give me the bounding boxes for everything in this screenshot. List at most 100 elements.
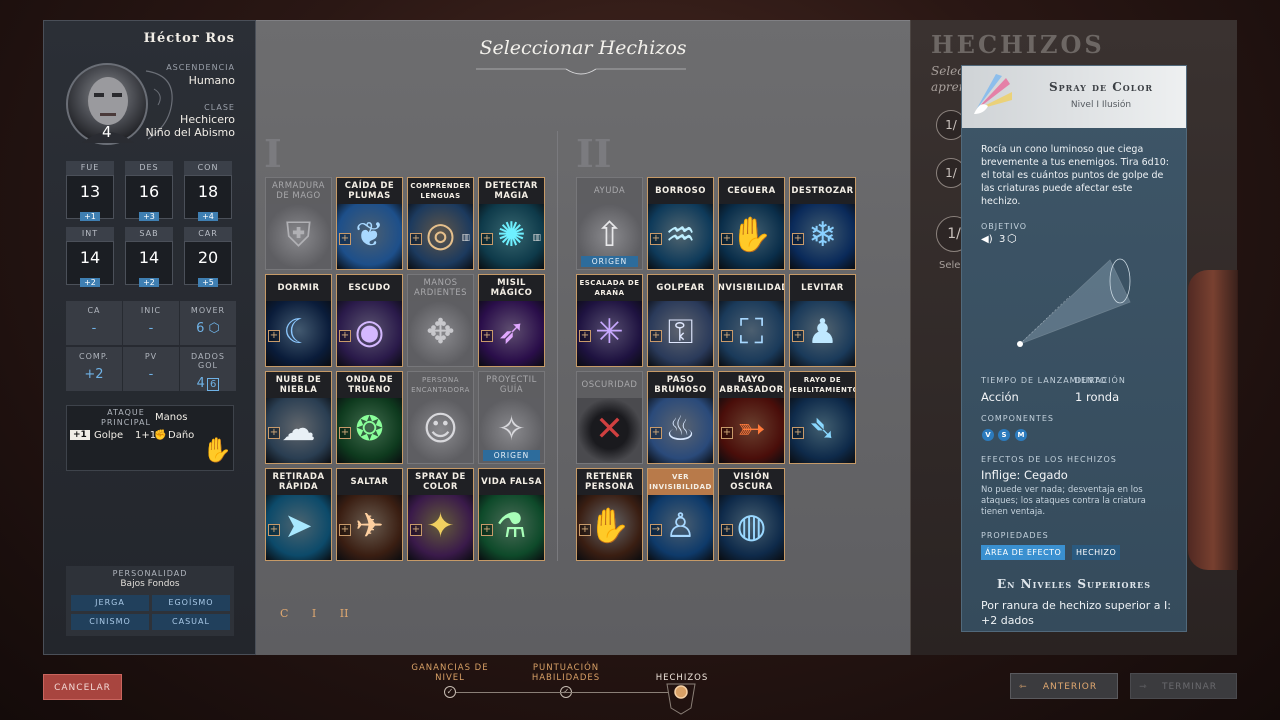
spell-card[interactable]: VIDA FALSA ⚗ + bbox=[478, 468, 545, 561]
plus-icon: + bbox=[650, 427, 662, 439]
spell-card[interactable]: VER INVISIBILIDAD ♙ → bbox=[647, 468, 714, 561]
spell-card-name: COMPRENDER LENGUAS bbox=[408, 178, 473, 204]
derived-label: CA bbox=[87, 306, 101, 315]
personality-tag[interactable]: JERGA bbox=[71, 595, 149, 611]
personality-section: PERSONALIDAD Bajos Fondos JERGA EGOÍSMO … bbox=[66, 566, 234, 636]
move-cube-icon: ⬡ bbox=[208, 321, 220, 336]
stat-value: 16 bbox=[138, 182, 160, 201]
spell-card[interactable]: COMPRENDER LENGUAS ◎ + ▥ bbox=[407, 177, 474, 270]
personality-tag[interactable]: EGOÍSMO bbox=[152, 595, 230, 611]
plus-icon: + bbox=[650, 233, 662, 245]
spell-card-name: ONDA DE TRUENO bbox=[337, 372, 402, 398]
spell-card[interactable]: CEGUERA ✋ + bbox=[718, 177, 785, 270]
progress-line bbox=[456, 692, 668, 693]
derived-hit-dice: DADOS GOL 46 bbox=[180, 347, 236, 391]
step-level-gains-label: GANANCIAS DE NIVEL bbox=[411, 663, 489, 683]
finish-button[interactable]: ⇾ TERMINAR bbox=[1130, 673, 1237, 699]
effect-description: No puede ver nada; desventaja en los ata… bbox=[981, 485, 1146, 517]
derived-label: MOVER bbox=[190, 306, 226, 315]
spell-card[interactable]: LEVITAR ♟ + bbox=[789, 274, 856, 367]
spell-card[interactable]: RETIRADA RÁPIDA ➤ + bbox=[265, 468, 332, 561]
spell-card-name: DESTROZAR bbox=[790, 178, 855, 204]
plus-icon: + bbox=[721, 330, 733, 342]
spell-card-name: RAYO DE DEBILITAMIENTO bbox=[790, 372, 855, 398]
spell-card[interactable]: ESCUDO ◉ + bbox=[336, 274, 403, 367]
spell-card-name: ARMADURA DE MAGO bbox=[266, 178, 331, 204]
spell-card[interactable]: RAYO DE DEBILITAMIENTO ➴ + bbox=[789, 371, 856, 464]
spell-card[interactable]: ONDA DE TRUENO ❂ + bbox=[336, 371, 403, 464]
spell-card[interactable]: NUBE DE NIEBLA ☁ + bbox=[265, 371, 332, 464]
plus-icon: + bbox=[410, 233, 422, 245]
subclass-value: Niño del Abismo bbox=[145, 126, 235, 139]
derived-value: - bbox=[148, 367, 154, 382]
spell-selection-panel: Seleccionar Hechizos I II ARMADURA DE MA… bbox=[256, 20, 910, 655]
armor-art-icon: ⛨ bbox=[266, 204, 331, 269]
main-attack[interactable]: ATAQUE PRINCIPAL Manos +1 Golpe 1+1 ✊ Da… bbox=[66, 405, 234, 471]
spell-card[interactable]: CAÍDA DE PLUMAS ❦ + bbox=[336, 177, 403, 270]
derived-ca: CA - bbox=[66, 301, 122, 345]
spell-card[interactable]: VISIÓN OSCURA ◍ + bbox=[718, 468, 785, 561]
arrow-icon: → bbox=[650, 524, 662, 536]
spell-card[interactable]: SALTAR ✈ + bbox=[336, 468, 403, 561]
area-cone-icon bbox=[1017, 258, 1131, 347]
spell-card-name: AYUDA bbox=[577, 178, 642, 204]
spell-card-name: MISIL MÁGICO bbox=[479, 275, 544, 301]
stat-modifier: +1 bbox=[80, 212, 100, 221]
pager-level-2[interactable]: II bbox=[340, 607, 349, 620]
spell-card-name: SALTAR bbox=[337, 469, 402, 495]
spell-card[interactable]: RAYO ABRASADOR ➳ + bbox=[718, 371, 785, 464]
personality-tag[interactable]: CASUAL bbox=[152, 614, 230, 630]
derived-value: - bbox=[91, 321, 97, 336]
spell-card-name: DORMIR bbox=[266, 275, 331, 301]
spell-card[interactable]: MANOS ARDIENTES ✥ bbox=[407, 274, 474, 367]
stat-fue: FUE 13 +1 bbox=[66, 161, 114, 221]
plus-icon: + bbox=[410, 524, 422, 536]
spell-card[interactable]: PERSONA ENCANTADORA ☺ bbox=[407, 371, 474, 464]
spell-card[interactable]: SPRAY DE COLOR ✦ + bbox=[407, 468, 474, 561]
higher-levels-description: Por ranura de hechizo superior a I: +2 d… bbox=[981, 599, 1171, 627]
page-title: Seleccionar Hechizos bbox=[479, 37, 687, 59]
spell-card[interactable]: DETECTAR MAGIA ✺ + ▥ bbox=[478, 177, 545, 270]
derived-label: COMP. bbox=[79, 352, 109, 361]
spell-card[interactable]: INVISIBILIDAD⛶+ bbox=[718, 274, 785, 367]
spell-card-name: VIDA FALSA bbox=[479, 469, 544, 495]
property-tag: ÁREA DE EFECTO bbox=[981, 545, 1066, 560]
spell-card[interactable]: ESCALADA DE ARAÑA ✳ + bbox=[576, 274, 643, 367]
derived-comp: COMP. +2 bbox=[66, 347, 122, 391]
spell-card-name: RETENER PERSONA bbox=[577, 469, 642, 495]
current-step-emblem-icon[interactable] bbox=[665, 680, 697, 716]
step-level-gains-check-icon[interactable]: ✓ bbox=[444, 686, 456, 698]
spell-card[interactable]: AYUDA ⇧ ORIGEN bbox=[576, 177, 643, 270]
spell-card[interactable]: MISIL MÁGICO ➶ + bbox=[478, 274, 545, 367]
finish-button-label: TERMINAR bbox=[1162, 682, 1217, 692]
plus-icon: + bbox=[650, 330, 662, 342]
back-button-label: ANTERIOR bbox=[1042, 682, 1098, 692]
character-panel: Héctor Ros 4 ASCENDENCIA Humano CLASE He… bbox=[43, 20, 256, 655]
spell-card[interactable]: BORROSO ♒ + bbox=[647, 177, 714, 270]
spell-card[interactable]: OSCURIDAD ✕ bbox=[576, 371, 643, 464]
pager-level-1[interactable]: I bbox=[312, 607, 316, 620]
spell-card[interactable]: DORMIR ☾ + bbox=[265, 274, 332, 367]
pager-cantrip[interactable]: C bbox=[280, 607, 288, 620]
spell-card[interactable]: DESTROZAR ❄ + bbox=[789, 177, 856, 270]
tooltip-spell-name: Spray de Color bbox=[1048, 80, 1153, 94]
stat-modifier: +5 bbox=[198, 278, 218, 287]
spell-card-name: OSCURIDAD bbox=[577, 372, 642, 398]
spell-card[interactable]: PROYECTIL GUÍA ✧ ORIGEN bbox=[478, 371, 545, 464]
back-button[interactable]: ⇽ ANTERIOR bbox=[1010, 673, 1118, 699]
spell-card-name: INVISIBILIDAD bbox=[719, 275, 784, 301]
spell-card[interactable]: RETENER PERSONA ✋ + bbox=[576, 468, 643, 561]
cancel-button[interactable]: CANCELAR bbox=[43, 674, 122, 700]
attack-label: ATAQUE PRINCIPAL bbox=[101, 408, 151, 427]
spell-card[interactable]: GOLPEAR ⚿ + bbox=[647, 274, 714, 367]
derived-pv: PV - bbox=[123, 347, 179, 391]
stat-des: DES 16 +3 bbox=[125, 161, 173, 221]
personality-background: Bajos Fondos bbox=[120, 579, 180, 589]
effect-name: Inflige: Cegado bbox=[981, 468, 1068, 482]
person-art-icon: ☺ bbox=[408, 398, 473, 463]
book-icon: ▥ bbox=[461, 233, 470, 243]
spell-card-name: CEGUERA bbox=[719, 178, 784, 204]
spell-card[interactable]: ARMADURA DE MAGO ⛨ bbox=[265, 177, 332, 270]
personality-tag[interactable]: CINISMO bbox=[71, 614, 149, 630]
spell-card[interactable]: PASO BRUMOSO ♨ + bbox=[647, 371, 714, 464]
